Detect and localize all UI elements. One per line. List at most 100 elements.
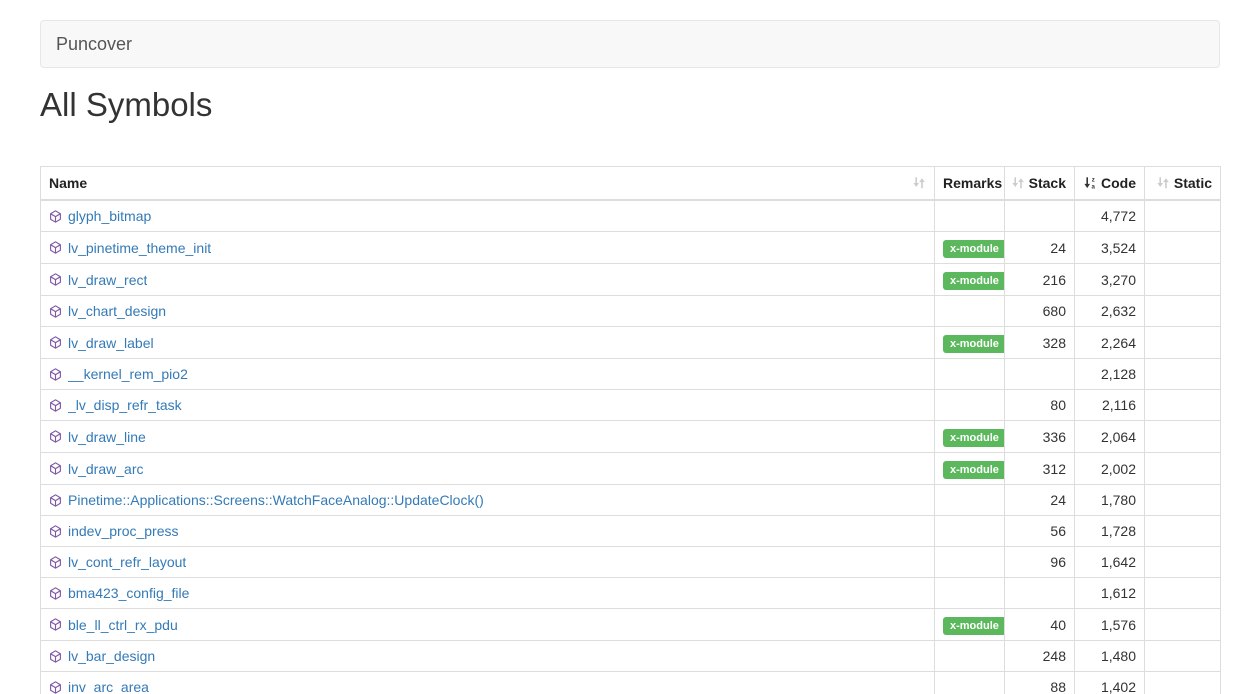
symbol-link[interactable]: __kernel_rem_pio2 [68, 364, 188, 384]
code-cell: 3,270 [1075, 264, 1145, 296]
static-cell [1145, 547, 1221, 578]
name-cell: Pinetime::Applications::Screens::WatchFa… [41, 485, 935, 516]
sort-up-down-icon[interactable] [1156, 176, 1170, 190]
stack-cell: 312 [1005, 453, 1075, 485]
cube-icon [49, 681, 62, 694]
name-cell: lv_draw_rect [41, 264, 935, 296]
column-label: Stack [1029, 173, 1066, 193]
stack-cell: 80 [1005, 390, 1075, 421]
column-header-name[interactable]: Name [41, 167, 935, 201]
name-cell: lv_draw_arc [41, 453, 935, 485]
cube-icon [49, 210, 62, 223]
symbol-link[interactable]: glyph_bitmap [68, 206, 151, 226]
stack-cell: 24 [1005, 232, 1075, 264]
table-row: lv_bar_design2481,480 [41, 641, 1221, 672]
remarks-cell [935, 296, 1005, 327]
symbol-link[interactable]: lv_draw_rect [68, 270, 147, 290]
table-row: ble_ll_ctrl_rx_pdu x-module401,576 [41, 609, 1221, 641]
navbar: Puncover [40, 20, 1220, 68]
navbar-brand-link[interactable]: Puncover [56, 34, 132, 55]
remarks-cell: x-module [935, 421, 1005, 453]
symbol-link[interactable]: lv_draw_line [68, 427, 146, 447]
remarks-cell: x-module [935, 264, 1005, 296]
code-cell: 1,612 [1075, 578, 1145, 609]
code-cell: 2,064 [1075, 421, 1145, 453]
symbol-link[interactable]: lv_cont_refr_layout [68, 552, 186, 572]
cube-icon [49, 430, 62, 443]
stack-cell: 40 [1005, 609, 1075, 641]
x-module-badge: x-module [943, 617, 1005, 635]
sort-desc-alpha-icon[interactable]: za [1083, 176, 1097, 190]
stack-cell: 88 [1005, 672, 1075, 694]
column-header-static[interactable]: Static [1145, 167, 1221, 201]
symbol-link[interactable]: lv_pinetime_theme_init [68, 238, 211, 258]
x-module-badge: x-module [943, 240, 1005, 258]
symbol-link[interactable]: Pinetime::Applications::Screens::WatchFa… [68, 490, 484, 510]
symbol-link[interactable]: lv_bar_design [68, 646, 155, 666]
svg-text:z: z [1092, 176, 1095, 183]
remarks-cell: x-module [935, 327, 1005, 359]
static-cell [1145, 485, 1221, 516]
name-cell: bma423_config_file [41, 578, 935, 609]
table-row: lv_draw_label x-module3282,264 [41, 327, 1221, 359]
cube-icon [49, 650, 62, 663]
symbol-link[interactable]: lv_draw_label [68, 333, 154, 353]
static-cell [1145, 421, 1221, 453]
svg-text:a: a [1092, 183, 1096, 190]
remarks-cell [935, 578, 1005, 609]
code-cell: 2,264 [1075, 327, 1145, 359]
code-cell: 1,480 [1075, 641, 1145, 672]
symbol-link[interactable]: ble_ll_ctrl_rx_pdu [68, 615, 178, 635]
sort-up-down-icon[interactable] [912, 176, 926, 190]
name-cell: lv_draw_label [41, 327, 935, 359]
static-cell [1145, 232, 1221, 264]
table-row: Pinetime::Applications::Screens::WatchFa… [41, 485, 1221, 516]
cube-icon [49, 241, 62, 254]
symbol-link[interactable]: bma423_config_file [68, 583, 189, 603]
symbol-link[interactable]: lv_chart_design [68, 301, 166, 321]
column-header-code[interactable]: zaCode [1075, 167, 1145, 201]
cube-icon [49, 305, 62, 318]
stack-cell [1005, 578, 1075, 609]
code-cell: 2,116 [1075, 390, 1145, 421]
symbol-link[interactable]: lv_draw_arc [68, 459, 143, 479]
symbol-link[interactable]: indev_proc_press [68, 521, 179, 541]
symbol-link[interactable]: inv_arc_area [68, 677, 149, 694]
code-cell: 2,002 [1075, 453, 1145, 485]
remarks-cell: x-module [935, 609, 1005, 641]
name-cell: indev_proc_press [41, 516, 935, 547]
stack-cell: 328 [1005, 327, 1075, 359]
static-cell [1145, 641, 1221, 672]
x-module-badge: x-module [943, 335, 1005, 353]
name-cell: glyph_bitmap [41, 200, 935, 232]
remarks-cell [935, 547, 1005, 578]
symbol-link[interactable]: _lv_disp_refr_task [68, 395, 182, 415]
cube-icon [49, 618, 62, 631]
table-row: lv_draw_rectx-module2163,270 [41, 264, 1221, 296]
x-module-badge: x-module [943, 429, 1005, 447]
sort-up-down-icon[interactable] [1011, 176, 1025, 190]
stack-cell: 24 [1005, 485, 1075, 516]
code-cell: 1,576 [1075, 609, 1145, 641]
cube-icon [49, 462, 62, 475]
code-cell: 3,524 [1075, 232, 1145, 264]
column-header-stack[interactable]: Stack [1005, 167, 1075, 201]
remarks-cell [935, 485, 1005, 516]
cube-icon [49, 525, 62, 538]
name-cell: __kernel_rem_pio2 [41, 359, 935, 390]
static-cell [1145, 200, 1221, 232]
table-row: lv_cont_refr_layout961,642 [41, 547, 1221, 578]
static-cell [1145, 453, 1221, 485]
static-cell [1145, 516, 1221, 547]
name-cell: ble_ll_ctrl_rx_pdu [41, 609, 935, 641]
stack-cell [1005, 200, 1075, 232]
remarks-cell [935, 641, 1005, 672]
code-cell: 2,632 [1075, 296, 1145, 327]
x-module-badge: x-module [943, 461, 1005, 479]
cube-icon [49, 336, 62, 349]
name-cell: lv_chart_design [41, 296, 935, 327]
name-cell: lv_pinetime_theme_init [41, 232, 935, 264]
column-label: Name [49, 173, 87, 193]
stack-cell [1005, 359, 1075, 390]
table-row: lv_draw_linex-module3362,064 [41, 421, 1221, 453]
